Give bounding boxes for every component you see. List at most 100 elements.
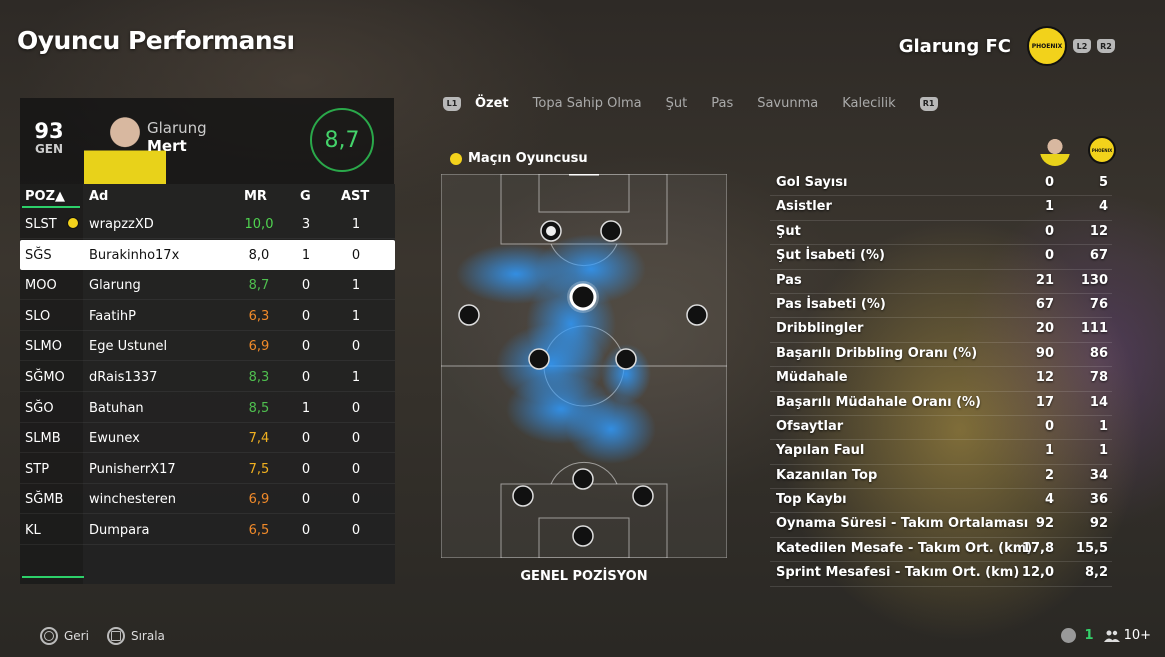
player-marker (572, 468, 594, 490)
row-match-rating: 8,7 (248, 278, 270, 294)
stat-team-value: 92 (1089, 516, 1108, 532)
stat-row: Katedilen Mesafe - Takım Ort. (km) 17,8 15… (770, 538, 1112, 563)
stat-team-value: 12 (1089, 223, 1108, 239)
club-crest-icon: PHOENIX (1027, 26, 1067, 66)
stat-row: Kazanılan Top 2 34 (770, 465, 1112, 490)
overall-label: GEN (34, 142, 64, 156)
row-assists: 1 (351, 278, 361, 294)
player-marker (686, 304, 708, 326)
stat-label: Başarılı Müdahale Oranı (%) (776, 394, 981, 410)
l2-button-icon[interactable]: L2 (1073, 39, 1091, 53)
table-row[interactable]: SLMO Ege Ustunel 6,9 0 0 (20, 331, 395, 362)
table-row[interactable]: MOO Glarung 8,7 0 1 (20, 270, 395, 301)
table-row[interactable]: STP PunisherrX17 7,5 0 0 (20, 454, 395, 484)
stat-row: Şut 0 12 (770, 221, 1112, 246)
row-match-rating: 8,3 (248, 370, 270, 385)
row-player-name: dRais1337 (89, 370, 158, 385)
stat-player-value: 12 (1035, 370, 1054, 386)
stat-row: Yapılan Faul 1 1 (770, 440, 1112, 465)
stat-player-value: 17 (1035, 394, 1054, 410)
stat-player-value: 67 (1035, 296, 1054, 312)
row-match-rating: 6,5 (248, 523, 270, 538)
stat-label: Yapılan Faul (776, 443, 865, 459)
sort-label[interactable]: Sırala (131, 629, 165, 643)
tab-topa-sahip-olma[interactable]: Topa Sahip Olma (533, 96, 642, 111)
row-player-name: Batuhan (89, 400, 144, 416)
row-position: SLMB (25, 431, 61, 447)
row-goals: 1 (301, 400, 311, 416)
l1-button-icon[interactable]: L1 (443, 96, 461, 111)
motm-label: Maçın Oyuncusu (450, 151, 588, 166)
stat-label: Pas İsabeti (%) (776, 296, 886, 312)
position-pitch (441, 174, 727, 558)
stat-player-value: 17,8 (1021, 540, 1054, 556)
stat-player-value: 20 (1035, 321, 1054, 337)
row-player-name: Ege Ustunel (89, 339, 168, 355)
tab-ozet[interactable]: Özet (475, 96, 509, 111)
tab-kalecilik[interactable]: Kalecilik (842, 96, 895, 111)
player-marker (600, 220, 622, 242)
stat-row: Başarılı Dribbling Oranı (%) 90 86 (770, 343, 1112, 368)
row-position: SĞS (25, 247, 52, 263)
table-row[interactable]: SLO FaatihP 6,3 0 1 (20, 301, 395, 331)
tab-sut[interactable]: Şut (666, 96, 688, 111)
stat-team-value: 111 (1080, 321, 1108, 337)
row-assists: 0 (351, 339, 361, 355)
row-match-rating: 6,9 (248, 492, 270, 508)
table-row[interactable]: KL Dumpara 6,5 0 0 (20, 515, 395, 545)
r2-button-icon[interactable]: R2 (1097, 39, 1115, 53)
row-player-name: Dumpara (89, 523, 150, 538)
row-assists: 0 (351, 247, 361, 263)
table-row[interactable]: SLMB Ewunex 7,4 0 0 (20, 423, 395, 454)
match-rating: 8,7 (310, 108, 374, 172)
r1-button-icon[interactable]: R1 (919, 96, 938, 111)
row-match-rating: 6,3 (248, 308, 270, 324)
stat-label: Sprint Mesafesi - Takım Ort. (km) (776, 565, 1020, 581)
row-goals: 0 (301, 278, 311, 294)
stat-team-value: 34 (1089, 467, 1108, 483)
stat-player-value: 92 (1035, 516, 1054, 532)
row-assists: 1 (351, 308, 361, 324)
stat-team-value: 67 (1089, 248, 1108, 264)
tab-pas[interactable]: Pas (711, 96, 733, 111)
col-ad-header[interactable]: Ad (89, 189, 108, 204)
player-marker (512, 485, 534, 507)
col-poz-header[interactable]: POZ▲ (25, 189, 65, 204)
col-mr-header[interactable]: MR (244, 189, 267, 204)
table-row[interactable]: SĞS Burakinho17x 8,0 1 0 (20, 239, 395, 270)
square-button-icon[interactable] (106, 627, 125, 645)
row-assists: 1 (351, 217, 361, 232)
player-last-name: Mert (147, 137, 187, 155)
table-row[interactable]: SĞMB winchesteren 6,9 0 0 (20, 484, 395, 515)
stat-player-value: 2 (1044, 467, 1054, 483)
tab-savunma[interactable]: Savunma (757, 96, 818, 111)
club-name: Glarung FC (898, 35, 1011, 57)
page-title: Oyuncu Performansı (17, 26, 295, 55)
circle-button-icon[interactable] (40, 627, 58, 645)
row-goals: 1 (301, 247, 311, 263)
stat-player-value: 12,0 (1021, 565, 1054, 581)
stat-player-value: 4 (1044, 492, 1054, 508)
table-row[interactable]: SĞO Batuhan 8,5 1 0 (20, 393, 395, 423)
back-label[interactable]: Geri (64, 629, 89, 643)
table-row[interactable]: SĞMO dRais1337 8,3 0 1 (20, 362, 395, 392)
row-goals: 0 (301, 339, 311, 355)
stat-row: Müdahale 12 78 (770, 367, 1112, 392)
row-match-rating: 8,0 (248, 247, 270, 263)
row-assists: 1 (351, 370, 361, 385)
tab-bar: L1 Özet Topa Sahip Olma Şut Pas Savunma … (443, 96, 952, 111)
row-goals: 0 (301, 308, 311, 324)
party-count: 1 (1084, 628, 1094, 643)
row-player-name: winchesteren (89, 492, 177, 508)
col-g-header[interactable]: G (300, 189, 311, 204)
player-marker (615, 348, 637, 370)
stat-row: Top Kaybı 4 36 (770, 489, 1112, 514)
voice-icon (1060, 628, 1076, 643)
col-ast-header[interactable]: AST (341, 189, 369, 204)
selected-player-marker (569, 283, 597, 311)
stat-team-value: 4 (1098, 199, 1108, 215)
stat-team-value: 15,5 (1075, 540, 1108, 556)
club-crest-small-icon: PHOENIX (1088, 136, 1116, 164)
stat-row: Dribblingler 20 111 (770, 318, 1112, 343)
table-row[interactable]: SLST wrapzzXD 10,0 3 1 (20, 209, 395, 239)
